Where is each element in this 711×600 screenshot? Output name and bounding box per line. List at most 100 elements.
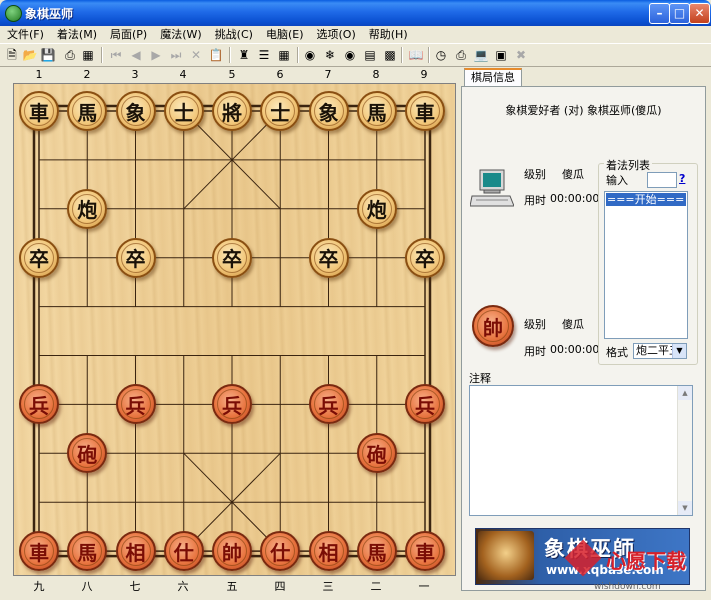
black-piece[interactable]: 炮 [67, 188, 108, 229]
properties-icon[interactable]: ▦ [80, 47, 96, 63]
chevron-down-icon[interactable]: ▼ [672, 344, 686, 358]
piece-ring [72, 193, 103, 224]
tab-strip: 棋局信息 [461, 66, 706, 88]
eye-icon[interactable]: ◉ [342, 47, 358, 63]
move-input[interactable] [647, 172, 677, 188]
menu-challenge[interactable]: 挑战(C) [208, 26, 259, 43]
print-icon[interactable]: ⎙ [62, 47, 78, 63]
notes-scrollbar[interactable]: ▲ ▼ [677, 386, 692, 515]
piece-ring [24, 536, 54, 567]
red-piece[interactable]: 馬 [356, 531, 397, 572]
piece-ring [120, 389, 151, 420]
black-piece[interactable]: 士 [163, 91, 204, 131]
piece-ring [361, 96, 392, 126]
close-button[interactable]: ✕ [689, 3, 710, 24]
toolbar-separator [229, 47, 231, 63]
black-piece[interactable]: 將 [212, 91, 252, 131]
red-piece[interactable]: 兵 [308, 384, 349, 425]
printer-icon[interactable]: ⎙ [453, 47, 469, 63]
watermark-text: 心愿下载 [606, 549, 686, 573]
black-piece[interactable]: 炮 [356, 188, 397, 229]
manual-icon[interactable]: 📖 [408, 47, 424, 63]
piece-ring [24, 389, 54, 420]
menu-bar: 文件(F) 着法(M) 局面(P) 魔法(W) 挑战(C) 电脑(E) 选项(O) 帮助(H) [0, 26, 711, 43]
first-move-icon[interactable]: ⏮ [108, 47, 124, 63]
black-piece[interactable]: 卒 [212, 237, 252, 278]
file-labels-bottom: 九 八 七 六 五 四 三 二 一 [15, 578, 455, 593]
maximize-button[interactable]: □ [669, 3, 690, 24]
red-piece[interactable]: 帥 [212, 531, 252, 572]
red-piece[interactable]: 兵 [115, 384, 156, 425]
format-select[interactable]: 炮二平五 ▼ [633, 343, 687, 359]
help-link[interactable]: ? [679, 172, 685, 185]
scroll-up-icon[interactable]: ▲ [678, 386, 692, 400]
scroll-down-icon[interactable]: ▼ [678, 501, 692, 515]
red-piece[interactable]: 仕 [163, 531, 204, 572]
file-label: 五 [226, 580, 238, 593]
color-wheel-icon[interactable]: ◉ [302, 47, 318, 63]
tab-game-info[interactable]: 棋局信息 [464, 68, 522, 88]
red-king-badge: 帥 [472, 305, 514, 347]
piece-ring [217, 242, 247, 273]
toolbar-separator [297, 47, 299, 63]
black-piece[interactable]: 車 [19, 91, 59, 131]
new-file-icon[interactable]: 🗎 [4, 47, 20, 63]
red-piece[interactable]: 砲 [356, 433, 397, 474]
window-title: 象棋巫师 [25, 7, 74, 21]
piece-ring [313, 96, 344, 126]
save-icon[interactable]: 💾 [40, 47, 56, 63]
computer-icon-button[interactable]: 💻 [473, 47, 489, 63]
notes-textarea[interactable]: ▲ ▼ [469, 385, 693, 516]
black-piece[interactable]: 馬 [356, 91, 397, 131]
report-icon[interactable]: ▩ [382, 47, 398, 63]
file-label: 二 [370, 580, 382, 593]
menu-magic[interactable]: 魔法(W) [153, 26, 207, 43]
file-label: 1 [35, 68, 43, 81]
black-piece[interactable]: 卒 [308, 237, 349, 278]
black-piece[interactable]: 卒 [19, 237, 59, 278]
edit-board-icon[interactable]: ♜ [236, 47, 252, 63]
file-label: 8 [372, 68, 380, 81]
book-icon[interactable]: ▦ [276, 47, 292, 63]
paste-icon[interactable]: 📋 [208, 47, 224, 63]
file-label: 八 [81, 580, 93, 593]
menu-help[interactable]: 帮助(H) [362, 26, 414, 43]
open-folder-icon[interactable]: 📂 [22, 47, 38, 63]
black-piece[interactable]: 士 [260, 91, 301, 131]
menu-position[interactable]: 局面(P) [103, 26, 153, 43]
piece-ring [217, 96, 247, 126]
red-piece[interactable]: 車 [19, 531, 59, 572]
clock-icon[interactable]: ◷ [433, 47, 449, 63]
black-piece[interactable]: 卒 [405, 237, 445, 278]
piece-ring [265, 96, 296, 126]
black-piece[interactable]: 象 [308, 91, 349, 131]
red-piece[interactable]: 相 [308, 531, 349, 572]
tree-icon[interactable]: ☰ [256, 47, 272, 63]
black-piece[interactable]: 車 [405, 91, 445, 131]
analyze-icon[interactable]: ❄ [322, 47, 338, 63]
move-listbox[interactable]: ===开始=== [604, 191, 688, 339]
last-move-icon[interactable]: ⏭ [168, 47, 184, 63]
black-piece[interactable]: 馬 [67, 91, 108, 131]
minimize-button[interactable]: – [649, 3, 670, 24]
move-list-item[interactable]: ===开始=== [606, 193, 686, 206]
menu-moves[interactable]: 着法(M) [50, 26, 103, 43]
piece-ring [313, 536, 344, 567]
black-piece[interactable]: 卒 [115, 237, 156, 278]
monitor-icon[interactable]: ▣ [493, 47, 509, 63]
stop-icon[interactable]: ✖ [513, 47, 529, 63]
menu-computer[interactable]: 电脑(E) [259, 26, 310, 43]
prev-move-icon[interactable]: ◀ [128, 47, 144, 63]
chart-icon[interactable]: ▤ [362, 47, 378, 63]
file-label: 5 [228, 68, 236, 81]
next-move-icon[interactable]: ▶ [148, 47, 164, 63]
notes-label: 注释 [469, 372, 491, 385]
delete-move-icon[interactable]: ✕ [188, 47, 204, 63]
red-piece[interactable]: 相 [115, 531, 156, 572]
file-label: 9 [420, 68, 428, 81]
menu-options[interactable]: 选项(O) [310, 26, 362, 43]
black-piece[interactable]: 象 [115, 91, 156, 131]
menu-file[interactable]: 文件(F) [0, 26, 50, 43]
red-piece[interactable]: 車 [405, 531, 445, 572]
file-label: 6 [276, 68, 284, 81]
